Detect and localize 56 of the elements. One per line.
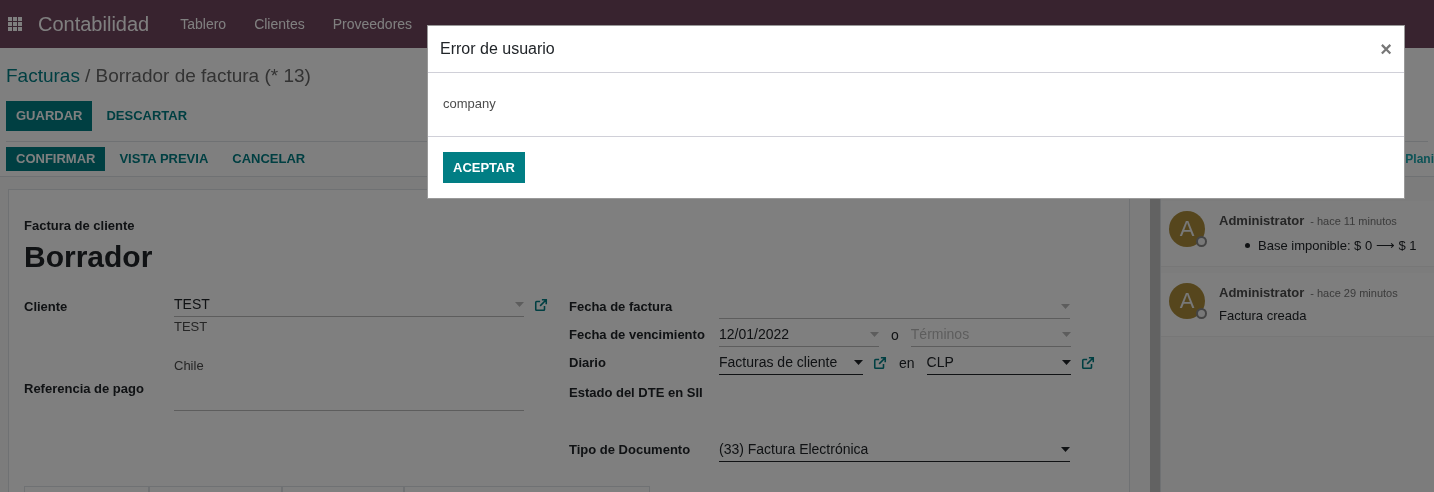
field-label: Fecha de vencimiento bbox=[569, 326, 706, 345]
form-button[interactable]: GUARDAR bbox=[6, 100, 93, 131]
dialog-message: company bbox=[443, 96, 496, 111]
address-line: TEST bbox=[174, 318, 209, 336]
field-label: Referencia de pago bbox=[24, 380, 145, 398]
joiner-text: o bbox=[890, 325, 900, 345]
field-label: Diario bbox=[569, 354, 607, 373]
apps-menu-icon[interactable] bbox=[8, 17, 22, 31]
caret-icon bbox=[1061, 304, 1070, 309]
breadcrumb-current: / Borrador de factura (* 13) bbox=[84, 64, 311, 88]
field-label: Cliente bbox=[24, 298, 69, 316]
external-link-icon[interactable] bbox=[873, 356, 887, 370]
select-field[interactable]: TEST bbox=[174, 293, 524, 317]
chatter-action-link[interactable]: Plani bbox=[1405, 149, 1434, 168]
close-button[interactable]: × bbox=[1380, 39, 1392, 59]
status-button[interactable]: CONFIRMAR bbox=[6, 146, 106, 171]
avatar: A bbox=[1169, 210, 1205, 247]
caret-icon bbox=[1061, 447, 1070, 452]
external-link-icon[interactable] bbox=[1080, 356, 1095, 370]
message-body: Factura creada bbox=[1219, 307, 1308, 325]
select-field[interactable]: 12/01/2022 bbox=[719, 323, 879, 347]
breadcrumb-link[interactable]: Facturas bbox=[6, 62, 80, 91]
caret-icon bbox=[515, 302, 524, 307]
select-field[interactable]: Facturas de cliente bbox=[719, 351, 863, 375]
presence-icon bbox=[1196, 235, 1207, 247]
external-link-icon[interactable] bbox=[534, 298, 548, 312]
avatar: A bbox=[1169, 282, 1205, 319]
caret-icon bbox=[870, 332, 879, 337]
status-button[interactable]: CANCELAR bbox=[222, 146, 316, 171]
message-time: - hace 11 minutos bbox=[1310, 213, 1397, 229]
select-field[interactable]: (33) Factura Electrónica bbox=[719, 438, 1070, 462]
tracking-value: Base imponible: $ 0 ⟶ $ 1 bbox=[1258, 237, 1417, 255]
field-label: Estado del DTE en SII bbox=[569, 384, 704, 402]
select-field[interactable]: CLP bbox=[926, 351, 1071, 375]
message-author: Administrator bbox=[1219, 283, 1305, 302]
dialog-title: Error de usuario bbox=[440, 39, 555, 59]
field-label: Fecha de factura bbox=[569, 298, 674, 317]
bullet-icon bbox=[1245, 243, 1250, 249]
joiner-text: en bbox=[898, 353, 916, 373]
form-subtitle: Factura de cliente bbox=[24, 216, 136, 235]
caret-icon bbox=[854, 360, 863, 365]
status-button[interactable]: VISTA PREVIA bbox=[109, 146, 219, 171]
message-author: Administrator bbox=[1219, 211, 1305, 230]
accept-button[interactable]: ACEPTAR bbox=[443, 152, 525, 183]
nav-menu-item[interactable]: Clientes bbox=[240, 13, 319, 35]
caret-icon bbox=[1061, 332, 1071, 337]
caret-icon bbox=[1061, 360, 1071, 365]
nav-menu-item[interactable]: Tablero bbox=[166, 13, 241, 35]
address-line: Chile bbox=[174, 356, 205, 375]
app-title[interactable]: Contabilidad bbox=[38, 9, 150, 39]
form-title: Borrador bbox=[24, 239, 154, 275]
message-time: - hace 29 minutos bbox=[1310, 285, 1398, 301]
presence-icon bbox=[1196, 307, 1207, 319]
field-label: Tipo de Documento bbox=[569, 441, 692, 460]
form-button[interactable]: DESCARTAR bbox=[96, 100, 198, 131]
nav-menu-item[interactable]: Proveedores bbox=[318, 13, 427, 35]
